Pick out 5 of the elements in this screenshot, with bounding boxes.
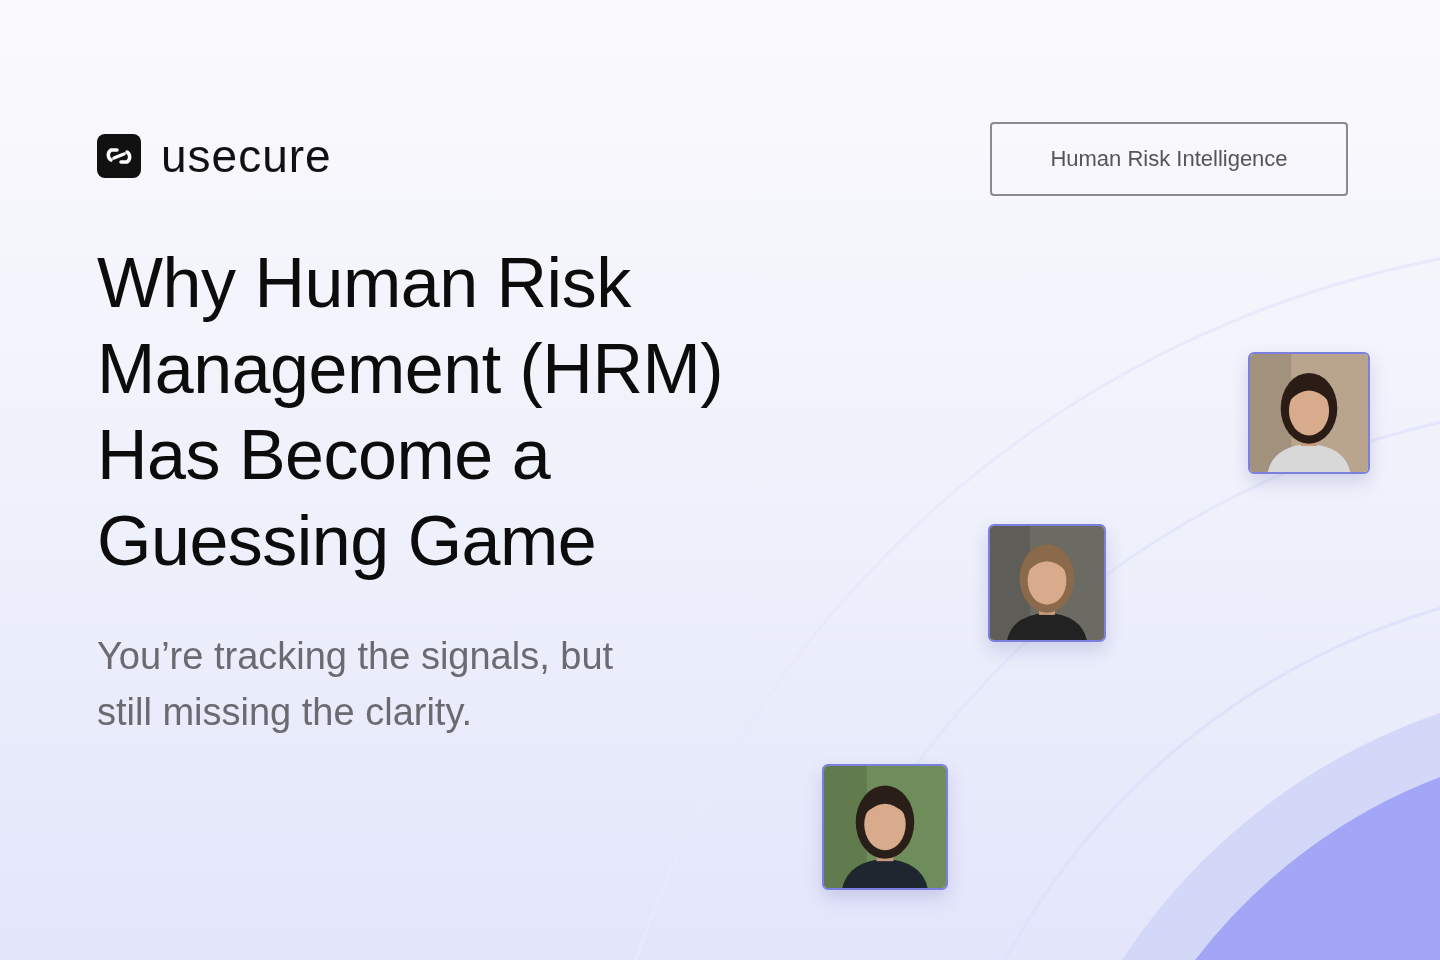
logo-text: usecure <box>161 129 332 183</box>
subtitle: You’re tracking the signals, but still missing the clarity. <box>97 634 614 735</box>
category-tag: Human Risk Intelligence <box>990 122 1348 196</box>
logo-icon <box>97 134 141 178</box>
headline: Why Human Risk Management (HRM) Has Become a Guessing Game <box>97 243 724 582</box>
